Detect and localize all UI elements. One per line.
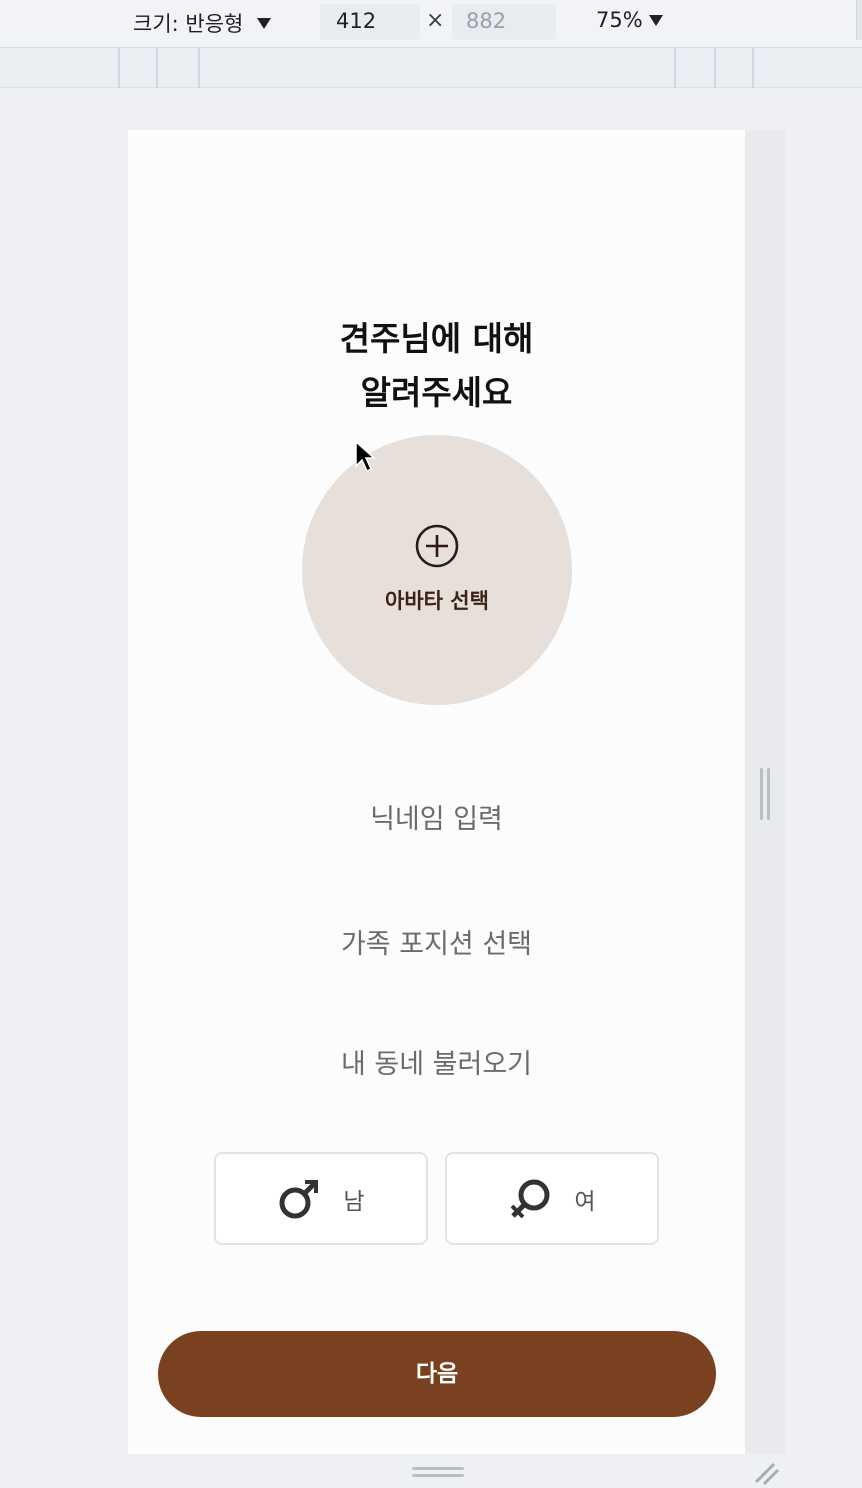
female-symbol-icon [510,1179,550,1218]
device-size-dropdown[interactable]: 크기: 반응형 [133,8,272,38]
next-button[interactable]: 다음 [158,1331,716,1417]
device-size-label: 크기: 반응형 [133,12,244,36]
ruler-segment[interactable] [118,48,120,88]
gender-male-label: 남 [343,1188,365,1215]
mouse-pointer-icon [355,440,376,473]
ruler-segment[interactable] [752,48,754,88]
devtools-toolbar: 크기: 반응형 412 × 882 75% [0,0,862,48]
times-symbol: × [426,8,445,33]
title-line-1: 견주님에 대해 [339,319,534,358]
resize-handle-bottom[interactable] [412,1467,464,1479]
resize-corner-icon[interactable] [752,1460,780,1486]
ruler-segment[interactable] [714,48,716,88]
dropdown-arrow-icon [648,14,663,26]
toolbar-edge [856,0,862,40]
plus-circle-icon [415,524,459,568]
male-symbol-icon [279,1179,319,1218]
media-query-ruler [0,48,862,88]
zoom-label: 75% [596,8,643,32]
family-position-select[interactable]: 가족 포지션 선택 [158,915,715,975]
resize-handle-right[interactable] [760,768,772,820]
avatar-select-button[interactable]: 아바타 선택 [302,435,572,705]
neighborhood-load-button[interactable]: 내 동네 불러오기 [158,1035,715,1095]
height-input[interactable]: 882 [452,4,556,40]
gender-female-label: 여 [574,1188,596,1215]
dropdown-arrow-icon [257,17,272,29]
avatar-label: 아바타 선택 [385,589,489,613]
gender-female-button[interactable]: 여 [445,1152,659,1245]
gender-male-button[interactable]: 남 [214,1152,428,1245]
ruler-segment[interactable] [156,48,158,88]
zoom-dropdown[interactable]: 75% [596,8,663,32]
ruler-segment[interactable] [674,48,676,88]
title-line-2: 알려주세요 [360,373,513,412]
page-title: 견주님에 대해 알려주세요 [128,312,745,420]
nickname-input[interactable]: 닉네임 입력 [158,790,715,850]
ruler-segment[interactable] [198,48,200,88]
width-input[interactable]: 412 [320,4,420,40]
